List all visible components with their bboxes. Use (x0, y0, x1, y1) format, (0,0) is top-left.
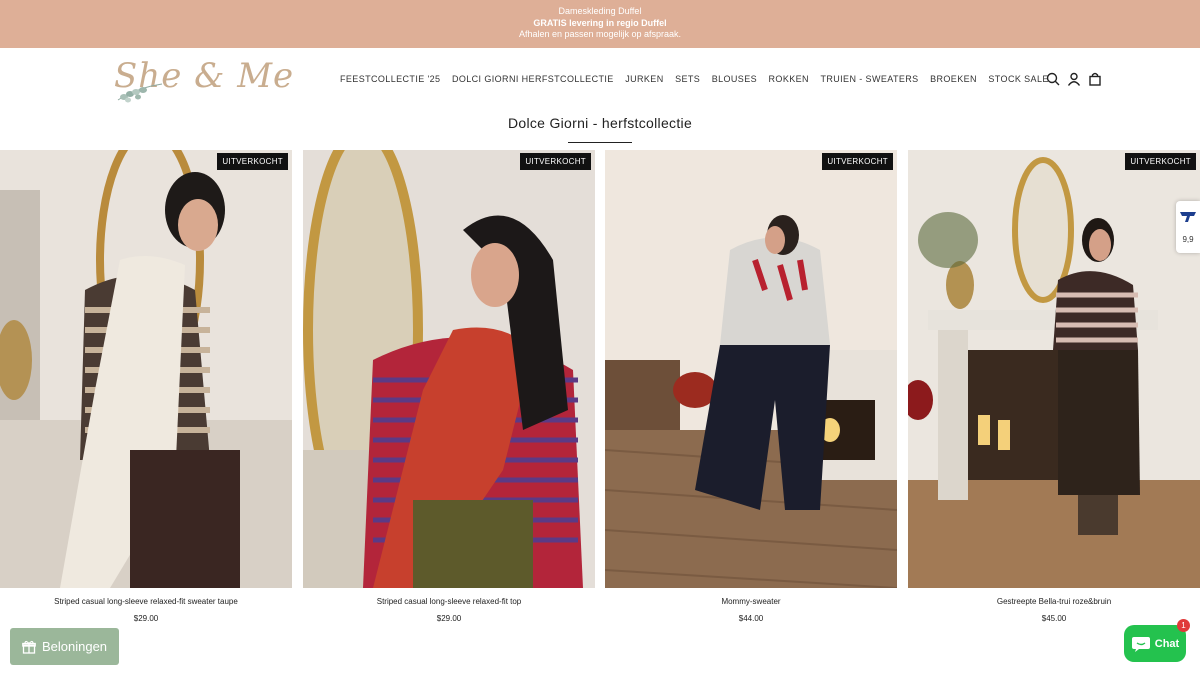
product-price: $29.00 (133, 614, 159, 623)
site-header: She & Me FEESTCOLLECTIE '25 DOLCI GIORNI… (0, 48, 1200, 110)
account-icon[interactable] (1067, 72, 1081, 86)
nav-item-broeken[interactable]: BROEKEN (930, 74, 977, 88)
chat-label: Chat (1154, 637, 1180, 650)
nav-item-feestcollectie[interactable]: FEESTCOLLECTIE '25 (340, 74, 440, 88)
product-image[interactable]: UITVERKOCHT (0, 150, 292, 588)
product-image[interactable]: UITVERKOCHT (605, 150, 897, 588)
product-price: $29.00 (436, 614, 462, 623)
collection-title: Dolce Giorni - herfstcollectie (507, 115, 693, 131)
product-price: $44.00 (738, 614, 764, 623)
nav-item-rokken[interactable]: ROKKEN (769, 74, 809, 88)
product-grid: UITVERKOCHT Striped casual long-sleeve r… (0, 150, 1200, 630)
trust-logo-icon (1180, 212, 1196, 222)
product-name[interactable]: Striped casual long-sleeve relaxed-fit t… (303, 597, 595, 606)
chat-button[interactable]: Chat (1124, 625, 1186, 662)
product-name[interactable]: Striped casual long-sleeve relaxed-fit s… (0, 597, 292, 606)
store-logo[interactable]: She & Me (112, 54, 293, 104)
nav-item-jurken[interactable]: JURKEN (625, 74, 663, 88)
rewards-label: Beloningen (41, 639, 108, 654)
announcement-line-3: Afhalen en passen mogelijk op afspraak. (518, 29, 682, 39)
sold-out-badge: UITVERKOCHT (217, 153, 288, 170)
product-card[interactable]: UITVERKOCHT Striped casual long-sleeve r… (0, 150, 292, 623)
product-card[interactable]: UITVERKOCHT Mommy-sweater $44.00 (605, 150, 897, 623)
product-image[interactable]: UITVERKOCHT (908, 150, 1200, 588)
product-price: $45.00 (1041, 614, 1067, 623)
rewards-button[interactable]: Beloningen (10, 628, 119, 665)
product-name[interactable]: Gestreepte Bella-trui roze&bruin (908, 597, 1200, 606)
nav-item-stock-sale[interactable]: STOCK SALE (988, 74, 1048, 88)
cart-icon[interactable] (1088, 72, 1102, 86)
main-navigation: FEESTCOLLECTIE '25 DOLCI GIORNI HERFSTCO… (340, 74, 1060, 88)
trust-badge-widget[interactable]: 9,9 (1176, 201, 1200, 253)
sold-out-badge: UITVERKOCHT (520, 153, 591, 170)
trust-score: 9,9 (1182, 235, 1194, 244)
announcement-line-2: GRATIS levering in regio Duffel (533, 17, 667, 28)
sold-out-badge: UITVERKOCHT (1125, 153, 1196, 170)
nav-item-dolci-giorni[interactable]: DOLCI GIORNI HERFSTCOLLECTIE (452, 74, 614, 88)
nav-item-blouses[interactable]: BLOUSES (712, 74, 757, 88)
search-icon[interactable] (1046, 72, 1060, 86)
announcement-bar: Dameskleding Duffel GRATIS levering in r… (0, 0, 1200, 48)
eucalyptus-icon (117, 83, 163, 103)
title-divider (568, 142, 632, 143)
sold-out-badge: UITVERKOCHT (822, 153, 893, 170)
product-name[interactable]: Mommy-sweater (605, 597, 897, 606)
announcement-line-1: Dameskleding Duffel (558, 6, 642, 16)
header-icons (1046, 72, 1102, 86)
product-image[interactable]: UITVERKOCHT (303, 150, 595, 588)
gift-icon (22, 640, 36, 654)
chat-notification-badge: 1 (1177, 619, 1190, 632)
chat-bubble-icon (1131, 636, 1150, 652)
nav-item-truien-sweaters[interactable]: TRUIEN - SWEATERS (820, 74, 918, 88)
product-card[interactable]: UITVERKOCHT Striped casual long-sleeve r… (303, 150, 595, 623)
product-card[interactable]: UITVERKOCHT Gestreepte Bella-trui roze&b… (908, 150, 1200, 623)
nav-item-sets[interactable]: SETS (675, 74, 700, 88)
